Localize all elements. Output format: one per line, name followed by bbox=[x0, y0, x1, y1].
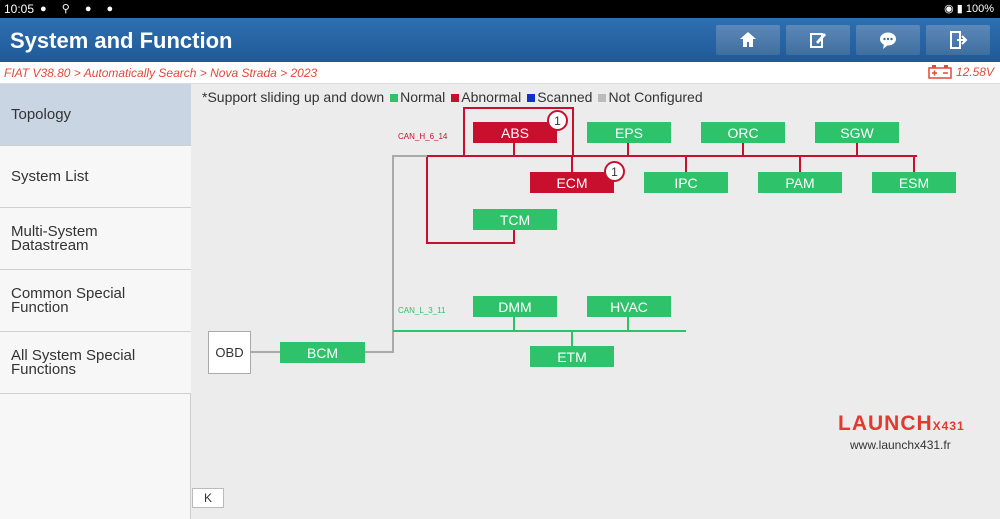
clock: 10:05 bbox=[4, 2, 35, 16]
module-abs[interactable]: ABS bbox=[473, 122, 557, 143]
module-sgw[interactable]: SGW bbox=[815, 122, 899, 143]
home-button[interactable] bbox=[716, 25, 780, 55]
sidebar-item-label: Common Special Function bbox=[11, 284, 126, 316]
exit-icon bbox=[950, 31, 968, 49]
sidebar-item-label: Topology bbox=[11, 105, 72, 123]
launch-logo: LAUNCHX431 bbox=[838, 412, 965, 435]
sidebar-item-all-system-special-functions[interactable]: All System Special Functions bbox=[0, 332, 191, 394]
fault-count-badge: 1 bbox=[604, 161, 625, 182]
module-ipc[interactable]: IPC bbox=[644, 172, 728, 193]
sidebar-item-label: System List bbox=[11, 167, 89, 185]
breadcrumb: FIAT V38.80 > Automatically Search > Nov… bbox=[0, 62, 1000, 84]
module-etm[interactable]: ETM bbox=[530, 346, 614, 367]
sidebar-item-system-list[interactable]: System List bbox=[0, 146, 191, 208]
notification-icons: ● ⚲ ● ● bbox=[40, 3, 120, 15]
module-eps[interactable]: EPS bbox=[587, 122, 671, 143]
exit-button[interactable] bbox=[926, 25, 990, 55]
obd-connector[interactable]: OBD bbox=[208, 331, 251, 374]
module-ecm[interactable]: ECM bbox=[530, 172, 614, 193]
sidebar-item-label: Multi-System Datastream bbox=[11, 222, 98, 254]
chat-icon bbox=[880, 32, 896, 49]
sidebar-item-multi-system-datastream[interactable]: Multi-System Datastream bbox=[0, 208, 191, 270]
status-bar: 10:05 ● ⚲ ● ● ◉ ▮ 100% bbox=[0, 0, 1000, 18]
brand-url: www.launchx431.fr bbox=[850, 438, 951, 452]
voltage-value: 12.58V bbox=[955, 65, 994, 79]
sidebar-item-topology[interactable]: Topology bbox=[0, 84, 191, 146]
collapse-sidebar-button[interactable]: K bbox=[192, 488, 224, 508]
module-esm[interactable]: ESM bbox=[872, 172, 956, 193]
home-icon bbox=[740, 32, 756, 47]
brand-watermark: LAUNCHX431 www.launchx431.fr bbox=[838, 412, 965, 452]
module-dmm[interactable]: DMM bbox=[473, 296, 557, 317]
sidebar-item-common-special-function[interactable]: Common Special Function bbox=[0, 270, 191, 332]
module-tcm[interactable]: TCM bbox=[473, 209, 557, 230]
feedback-button[interactable] bbox=[856, 25, 920, 55]
page-title: System and Function bbox=[10, 28, 233, 53]
battery-icon bbox=[928, 65, 952, 79]
edit-icon bbox=[810, 33, 826, 48]
sidebar-item-label: All System Special Functions bbox=[11, 346, 136, 378]
breadcrumb-path: FIAT V38.80 > Automatically Search > Nov… bbox=[4, 66, 318, 80]
topology-panel[interactable]: *Support sliding up and down Normal Abno… bbox=[192, 84, 1000, 519]
fault-count-badge: 1 bbox=[547, 110, 568, 131]
sidebar: Topology System List Multi-System Datast… bbox=[0, 84, 191, 519]
can-l-label: CAN_L_3_11 bbox=[398, 306, 446, 315]
module-hvac[interactable]: HVAC bbox=[587, 296, 671, 317]
module-orc[interactable]: ORC bbox=[701, 122, 785, 143]
voltage-indicator: 12.58V bbox=[928, 65, 994, 79]
report-button[interactable] bbox=[786, 25, 850, 55]
module-bcm[interactable]: BCM bbox=[280, 342, 365, 363]
module-pam[interactable]: PAM bbox=[758, 172, 842, 193]
battery-indicator: ◉ ▮ 100% bbox=[944, 3, 994, 15]
can-h-label: CAN_H_6_14 bbox=[398, 132, 448, 141]
title-bar: System and Function bbox=[0, 18, 1000, 62]
